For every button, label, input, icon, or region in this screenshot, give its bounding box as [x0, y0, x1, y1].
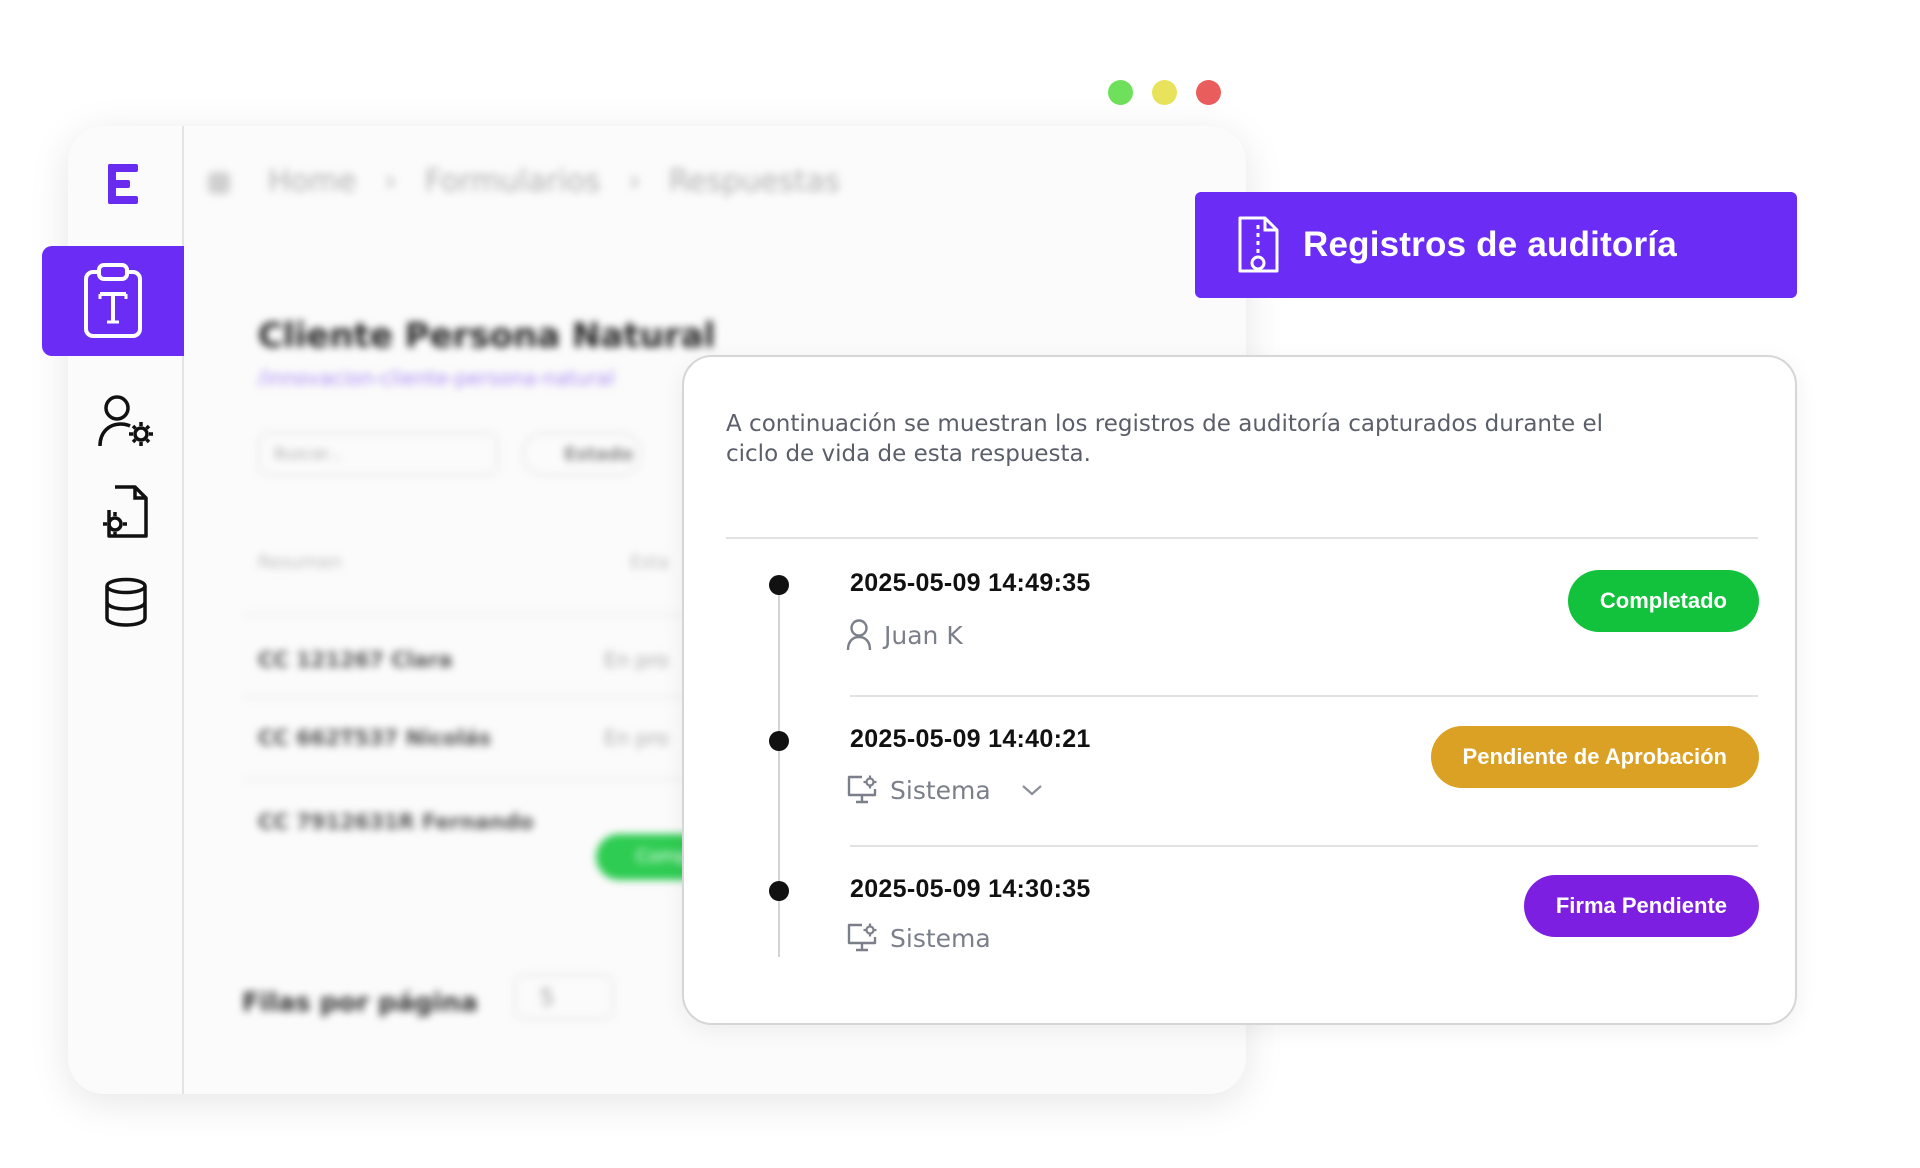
entry-actor-name: Sistema — [890, 923, 991, 953]
rows-per-page-label: Filas por página — [242, 988, 478, 1018]
sidebar-item-file-settings[interactable] — [96, 482, 156, 542]
divider — [850, 695, 1758, 697]
user-settings-icon — [98, 395, 153, 447]
window-controls — [1108, 80, 1221, 105]
timeline-dot — [769, 881, 789, 901]
entry-actor: Juan K — [846, 619, 963, 651]
page-slug: /innovacion-cliente-persona-natural — [258, 366, 615, 390]
entry-actor: Sistema — [846, 923, 991, 953]
sidebar — [42, 126, 184, 1094]
brand-logo — [108, 164, 138, 204]
audit-header: Registros de auditoría — [1195, 192, 1797, 298]
audit-title: Registros de auditoría — [1303, 225, 1677, 264]
close-dot[interactable] — [1196, 80, 1221, 105]
entry-timestamp: 2025-05-09 14:40:21 — [850, 725, 1091, 753]
column-header-summary: Resumen — [258, 552, 342, 573]
entry-actor[interactable]: Sistema — [846, 775, 1043, 805]
file-settings-icon — [103, 485, 148, 538]
chevron-down-icon[interactable] — [1021, 783, 1043, 797]
maximize-dot[interactable] — [1108, 80, 1133, 105]
timeline-line — [778, 587, 780, 957]
column-header-status: Esta — [630, 552, 669, 573]
template-form-icon — [84, 263, 142, 338]
monitor-gear-icon — [847, 775, 877, 804]
breadcrumb-responses[interactable]: Respuestas — [669, 164, 841, 199]
audit-description: A continuación se muestran los registros… — [726, 411, 1604, 467]
audit-log-card: A continuación se muestran los registros… — [682, 355, 1797, 1025]
sidebar-item-forms[interactable] — [42, 246, 184, 356]
timeline-dot — [769, 731, 789, 751]
breadcrumb-forms[interactable]: Formularios — [425, 164, 601, 199]
status-badge: Pendiente de Aprobación — [1430, 726, 1759, 788]
table-row[interactable]: CC 121267 Clara — [258, 648, 452, 672]
table-row-status: En pro — [604, 648, 669, 672]
status-badge: Completado — [1567, 570, 1759, 632]
database-icon — [105, 577, 147, 627]
entry-timestamp: 2025-05-09 14:30:35 — [850, 875, 1091, 903]
table-row[interactable]: CC 662T537 Nicolás — [258, 726, 491, 750]
entry-timestamp: 2025-05-09 14:49:35 — [850, 569, 1091, 597]
entry-actor-name: Sistema — [890, 775, 991, 805]
status-filter[interactable]: Estado — [522, 432, 642, 476]
breadcrumb: Home › Formularios › Respuestas — [268, 164, 841, 199]
divider — [726, 537, 1758, 539]
rows-per-page-select[interactable]: 5 — [514, 974, 614, 1020]
sidebar-item-database[interactable] — [96, 572, 156, 632]
sidebar-item-users[interactable] — [96, 392, 156, 452]
menu-icon — [208, 172, 230, 194]
table-row-status: En pro — [604, 726, 669, 750]
status-badge: Firma Pendiente — [1523, 875, 1759, 937]
table-row[interactable]: CC 7912631R Fernando — [258, 810, 534, 834]
search-input[interactable]: Buscar... — [258, 432, 498, 476]
breadcrumb-home[interactable]: Home — [268, 164, 357, 199]
entry-actor-name: Juan K — [884, 620, 963, 650]
audit-document-icon — [1238, 216, 1279, 273]
minimize-dot[interactable] — [1152, 80, 1177, 105]
user-icon — [846, 619, 872, 651]
page-title: Cliente Persona Natural — [258, 316, 716, 356]
monitor-gear-icon — [847, 923, 877, 952]
divider — [850, 845, 1758, 847]
timeline-dot — [769, 575, 789, 595]
